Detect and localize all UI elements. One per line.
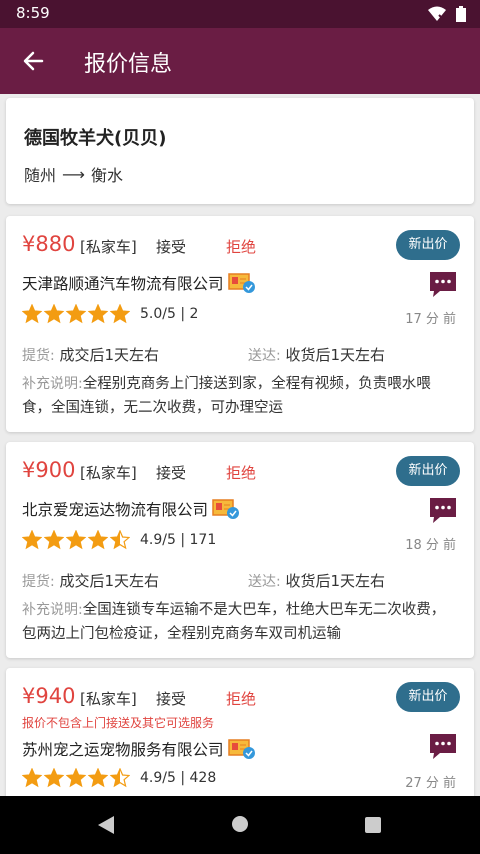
star-icon [44,768,64,788]
price-note: 报价不包含上门接送及其它可选服务 [22,716,215,730]
time-ago: 27 分 前 [405,776,456,791]
nav-recent-icon[interactable] [364,816,382,834]
quote-card: ¥940 [私家车] 接受 拒绝 新出价 报价不包含上门接送及其它可选服务 苏州… [6,668,474,796]
route-from: 随州 [24,166,57,185]
time-ago: 17 分 前 [405,312,456,327]
rating-row: 4.9/5 | 428 [22,768,216,788]
new-price-button[interactable]: 新出价 [396,456,460,486]
extra-value: 全程别克商务上门接送到家，全程有视频，负责喂水喂食，全国连锁，无二次收费，可办理… [22,376,431,416]
star-icon [66,304,86,324]
star-icon [110,768,130,788]
extra-value: 全国连锁专车运输不是大巴车，杜绝大巴车无二次收费，包两边上门包检疫证，全程别克商… [22,602,446,642]
status-bar: 8:59 [0,0,480,28]
extra-notes: 补充说明:全国连锁专车运输不是大巴车，杜绝大巴车无二次收费，包两边上门包检疫证，… [22,598,458,646]
new-price-button[interactable]: 新出价 [396,682,460,712]
rating-text: 4.9/5 | 171 [140,532,217,548]
star-icon [88,768,108,788]
deliver-value: 收货后1天左右 [285,346,386,364]
vehicle-type: [私家车] [80,238,137,256]
quote-price: ¥880 [22,232,76,256]
deliver-label: 送达: [248,574,281,590]
route-to: 衡水 [90,166,123,185]
company-name-row[interactable]: 北京爱宠运达物流有限公司 [22,498,240,520]
status-icons [428,6,466,22]
company-name-row[interactable]: 天津路顺通汽车物流有限公司 [22,272,256,294]
pickup-value: 成交后1天左右 [59,346,160,364]
extra-notes: 补充说明:全程别克商务上门接送到家，全程有视频，负责喂水喂食，全国连锁，无二次收… [22,372,458,420]
deliver-value: 收货后1天左右 [285,572,386,590]
company-name: 苏州宠之运宠物服务有限公司 [22,741,224,759]
system-nav-bar [0,796,480,854]
wifi-icon [428,6,446,22]
star-icon [44,530,64,550]
rating-row: 5.0/5 | 2 [22,304,198,324]
deliver-info: 送达: 收货后1天左右 [248,570,385,591]
pickup-label: 提货: [22,574,55,590]
nav-back-icon[interactable] [96,814,116,836]
reject-button[interactable]: 拒绝 [226,236,256,257]
pickup-info: 提货: 成交后1天左右 [22,570,159,591]
star-icon [110,530,130,550]
accept-button[interactable]: 接受 [156,688,186,709]
star-rating [22,304,130,324]
route-card: 德国牧羊犬(贝贝) 随州 ⟶ 衡水 [6,98,474,204]
star-icon [110,304,130,324]
app-bar: 报价信息 [0,28,480,94]
rating-text: 5.0/5 | 2 [140,306,199,322]
extra-label: 补充说明: [22,602,83,618]
star-icon [22,304,42,324]
star-icon [22,768,42,788]
pet-name: 德国牧羊犬(贝贝) [24,128,167,149]
pickup-value: 成交后1天左右 [59,572,160,590]
quote-list[interactable]: 德国牧羊犬(贝贝) 随州 ⟶ 衡水 ¥880 [私家车] 接受 拒绝 新出价 天… [0,94,480,796]
reject-button[interactable]: 拒绝 [226,462,256,483]
chat-icon[interactable] [428,496,458,524]
reject-button[interactable]: 拒绝 [226,688,256,709]
star-rating [22,768,130,788]
quote-card: ¥880 [私家车] 接受 拒绝 新出价 天津路顺通汽车物流有限公司 5.0/5… [6,216,474,432]
extra-label: 补充说明: [22,376,83,392]
company-name: 北京爱宠运达物流有限公司 [22,501,209,519]
chat-icon[interactable] [428,732,458,760]
company-name: 天津路顺通汽车物流有限公司 [22,275,224,293]
vehicle-type: [私家车] [80,464,137,482]
time-ago: 18 分 前 [405,538,456,553]
accept-button[interactable]: 接受 [156,462,186,483]
chat-icon[interactable] [428,270,458,298]
route-arrow: ⟶ [62,164,85,184]
star-icon [44,304,64,324]
back-arrow-icon[interactable] [18,46,48,76]
page-title: 报价信息 [84,52,173,77]
star-icon [88,530,108,550]
star-rating [22,530,130,550]
pickup-label: 提货: [22,348,55,364]
new-price-button[interactable]: 新出价 [396,230,460,260]
star-icon [22,530,42,550]
pickup-info: 提货: 成交后1天左右 [22,344,159,365]
deliver-label: 送达: [248,348,281,364]
battery-icon [456,6,466,22]
quote-price: ¥940 [22,684,76,708]
star-icon [88,304,108,324]
star-icon [66,768,86,788]
quote-price: ¥900 [22,458,76,482]
quote-card: ¥900 [私家车] 接受 拒绝 新出价 北京爱宠运达物流有限公司 4.9/5 … [6,442,474,658]
rating-row: 4.9/5 | 171 [22,530,216,550]
rating-text: 4.9/5 | 428 [140,770,217,786]
route: 随州 ⟶ 衡水 [24,162,123,186]
verified-license-icon [212,499,240,519]
company-name-row[interactable]: 苏州宠之运宠物服务有限公司 [22,738,256,760]
vehicle-type: [私家车] [80,690,137,708]
star-icon [66,530,86,550]
deliver-info: 送达: 收货后1天左右 [248,344,385,365]
verified-license-icon [227,739,255,759]
accept-button[interactable]: 接受 [156,236,186,257]
status-time: 8:59 [16,4,50,22]
nav-home-icon[interactable] [230,814,250,834]
verified-license-icon [227,273,255,293]
